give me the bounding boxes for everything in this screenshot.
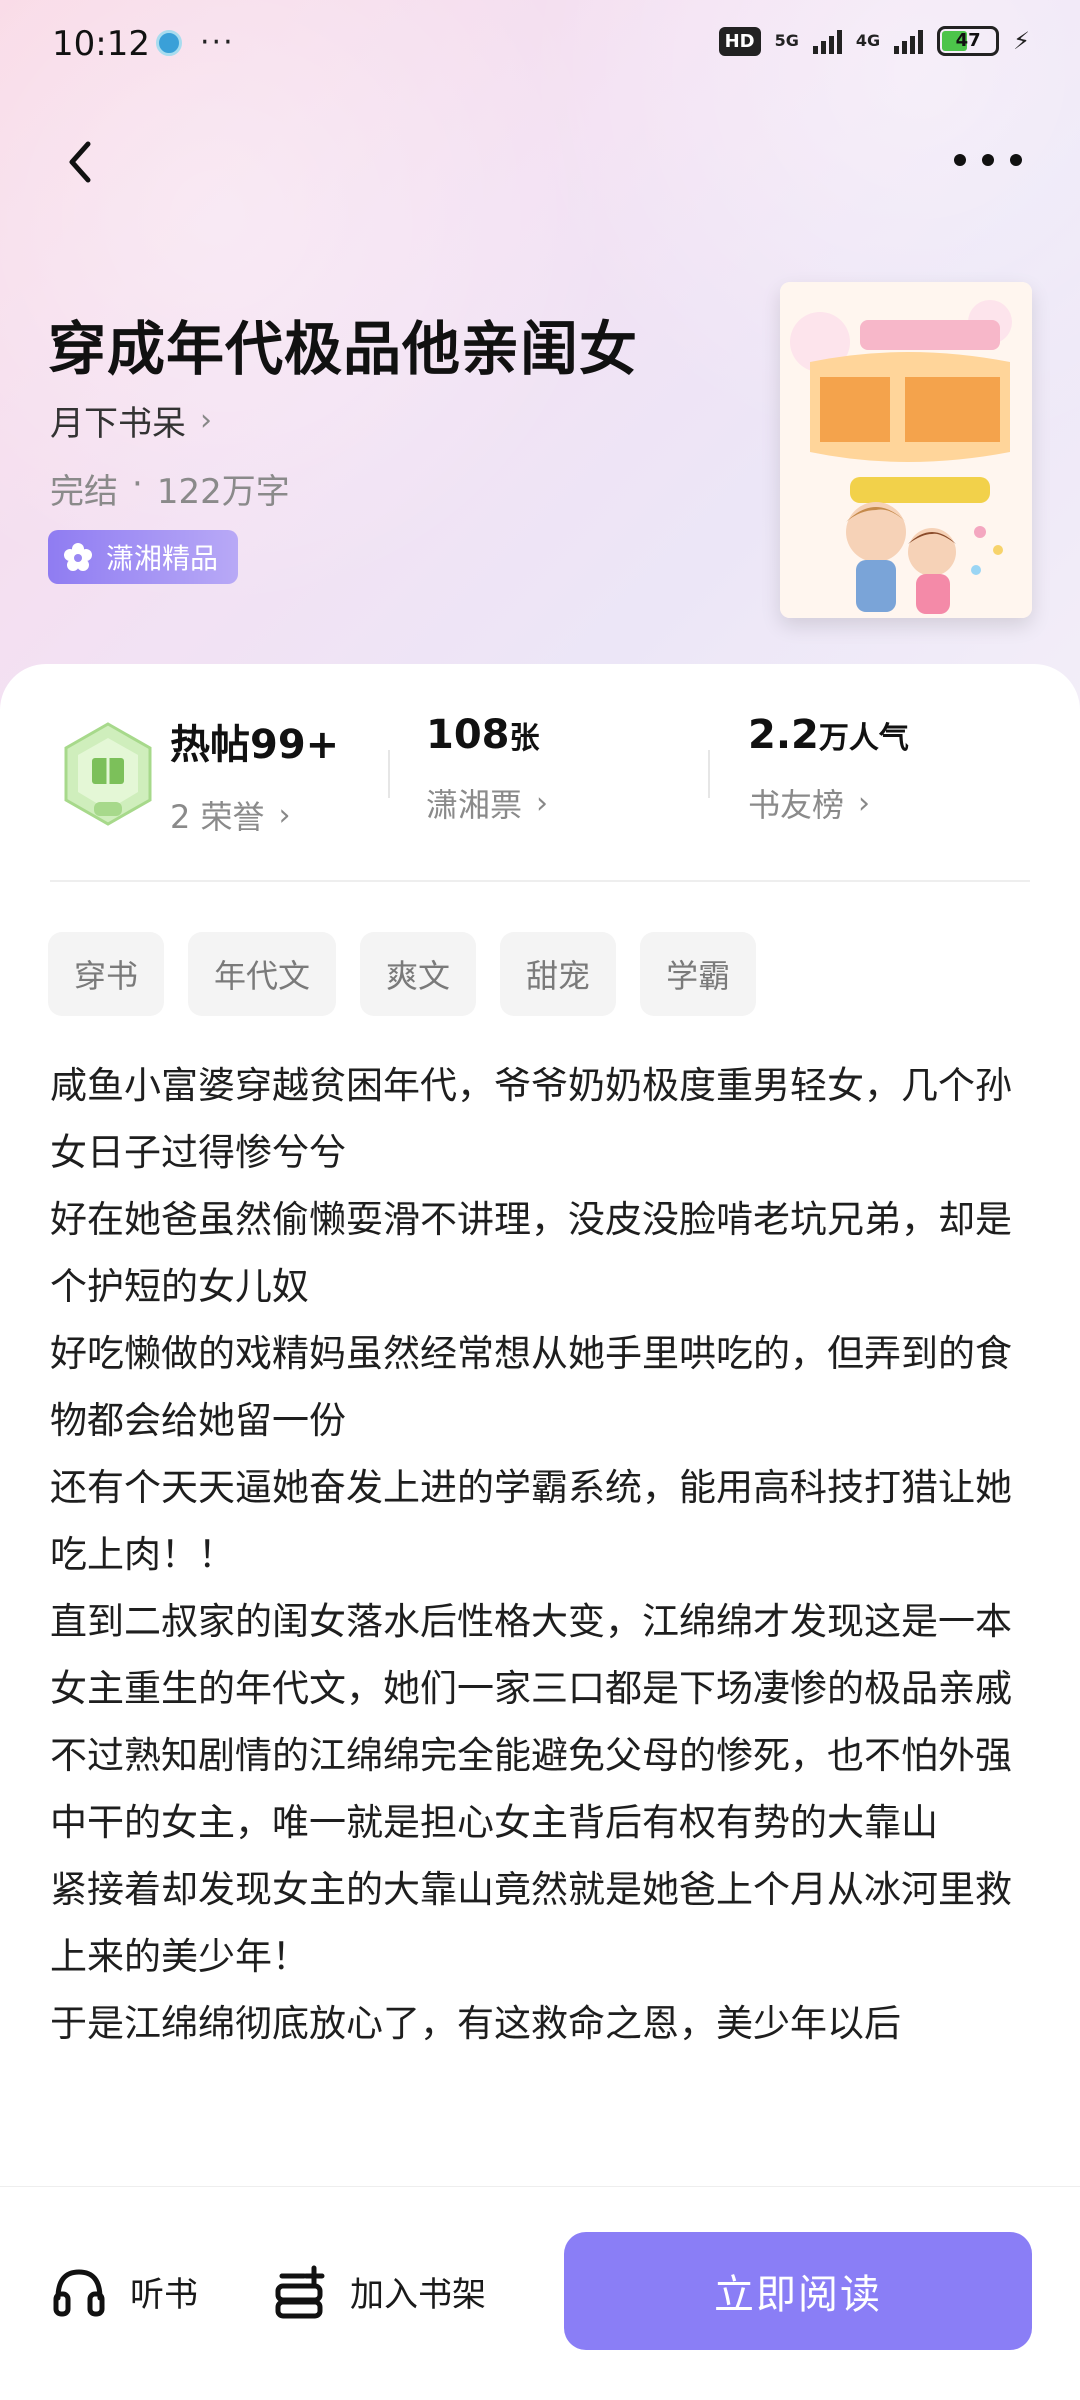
tag-item[interactable]: 学霸	[640, 932, 757, 1016]
description-line: 咸鱼小富婆穿越贫困年代，爷爷奶奶极度重男轻女，几个孙女日子过得惨兮兮	[50, 1064, 1012, 1174]
battery-icon: 47	[937, 26, 1000, 56]
quality-badge: 潇湘精品	[48, 530, 239, 584]
popularity-label: 书友榜	[748, 786, 845, 824]
book-status: 完结	[50, 472, 118, 512]
status-more-icon: ···	[200, 25, 235, 60]
listen-button[interactable]: 听书	[50, 2262, 198, 2320]
author-link[interactable]: 月下书呆 ›	[50, 396, 212, 445]
listen-label: 听书	[130, 2274, 198, 2315]
word-count: 122万字	[156, 472, 290, 512]
read-now-button[interactable]: 立即阅读	[564, 2232, 1032, 2350]
description-line: 不过熟知剧情的江绵绵完全能避免父母的惨死，也不怕外强中干的女主，唯一就是担心女主…	[50, 1734, 1012, 1844]
meta-separator: ·	[132, 464, 143, 504]
description-line: 直到二叔家的闺女落水后性格大变，江绵绵才发现这是一本女主重生的年代文，她们一家三…	[50, 1600, 1012, 1710]
charging-icon: ⚡	[1013, 27, 1030, 55]
status-time: 10:12	[52, 24, 150, 64]
hd-icon: HD	[718, 26, 761, 56]
tag-item[interactable]: 甜宠	[500, 932, 617, 1016]
tag-item[interactable]: 爽文	[360, 932, 477, 1016]
badge-label: 潇湘精品	[106, 542, 219, 575]
status-bar: 10:12 ··· HD 5G 4G 47 ⚡	[0, 0, 1080, 96]
description-line: 好吃懒做的戏精妈虽然经常想从她手里哄吃的，但弄到的食物都会给她留一份	[50, 1332, 1012, 1442]
back-button[interactable]	[52, 132, 112, 192]
description-line: 好在她爸虽然偷懒耍滑不讲理，没皮没脸啃老坑兄弟，却是个护短的女儿奴	[50, 1198, 1012, 1308]
chevron-right-icon: ›	[536, 785, 549, 821]
tag-list: 穿书 年代文 爽文 甜宠 学霸	[48, 932, 757, 1016]
tickets-value: 108	[426, 712, 510, 758]
tickets-label: 潇湘票	[426, 786, 523, 824]
popularity-count: 2.2万人气	[748, 712, 909, 758]
flower-icon	[64, 543, 92, 571]
chevron-right-icon: ›	[278, 797, 291, 833]
chevron-right-icon: ›	[858, 785, 871, 821]
stat-divider	[388, 750, 390, 798]
book-detail-page: 10:12 ··· HD 5G 4G 47 ⚡ 穿成年代极品他亲闺女 月下书呆 …	[0, 0, 1080, 2400]
more-options-button[interactable]	[948, 140, 1028, 180]
fan-ranking-link[interactable]: 书友榜 ›	[748, 780, 909, 826]
tickets-link[interactable]: 潇湘票 ›	[426, 780, 548, 826]
description-line: 紧接着却发现女主的大靠山竟然就是她爸上个月从冰河里救上来的美少年！	[50, 1868, 1012, 1978]
section-divider	[50, 880, 1030, 882]
stat-posts[interactable]: 热帖99+ 2 荣誉 ›	[170, 712, 339, 838]
cover-illustration	[780, 282, 1032, 618]
tag-item[interactable]: 年代文	[188, 932, 337, 1016]
signal-icon-2	[894, 28, 924, 54]
book-title: 穿成年代极品他亲闺女	[48, 315, 639, 383]
net-4g-label: 4G	[855, 31, 881, 50]
signal-icon	[812, 28, 842, 54]
more-dots-icon	[954, 154, 1022, 166]
stat-divider	[708, 750, 710, 798]
chevron-right-icon: ›	[200, 403, 212, 438]
net-5g-label: 5G	[774, 31, 799, 50]
popularity-value: 2.2	[748, 712, 819, 758]
headphones-icon	[53, 2269, 105, 2317]
book-cover[interactable]	[780, 282, 1032, 618]
popularity-unit: 万人气	[818, 721, 909, 756]
add-to-shelf-button[interactable]: 加入书架	[270, 2262, 486, 2320]
tag-item[interactable]: 穿书	[48, 932, 165, 1016]
author-name: 月下书呆	[50, 404, 186, 444]
honors-label: 2 荣誉	[170, 798, 265, 836]
honors-link[interactable]: 2 荣誉 ›	[170, 792, 339, 838]
book-description[interactable]: 咸鱼小富婆穿越贫困年代，爷爷奶奶极度重男轻女，几个孙女日子过得惨兮兮 好在她爸虽…	[50, 1052, 1040, 2182]
add-shelf-icon	[275, 2265, 325, 2319]
chevron-left-icon	[69, 141, 91, 183]
add-shelf-label: 加入书架	[350, 2274, 486, 2315]
status-left-icons: ···	[156, 25, 235, 60]
book-meta: 完结 · 122万字	[50, 464, 290, 513]
tickets-unit: 张	[509, 721, 540, 756]
description-line: 还有个天天逼她奋发上进的学霸系统，能用高科技打猎让她吃上肉！！	[50, 1466, 1012, 1576]
battery-level: 47	[955, 30, 981, 51]
honor-badge-icon[interactable]	[60, 720, 156, 830]
status-right-icons: HD 5G 4G 47 ⚡	[718, 26, 1030, 56]
stat-popularity[interactable]: 2.2万人气 书友榜 ›	[748, 712, 909, 826]
tickets-count: 108张	[426, 712, 548, 758]
description-line: 于是江绵绵彻底放心了，有这救命之恩，美少年以后	[50, 2002, 901, 2045]
posts-count: 热帖99+	[170, 722, 340, 768]
globe-icon	[156, 30, 182, 56]
stat-tickets[interactable]: 108张 潇湘票 ›	[426, 712, 548, 826]
